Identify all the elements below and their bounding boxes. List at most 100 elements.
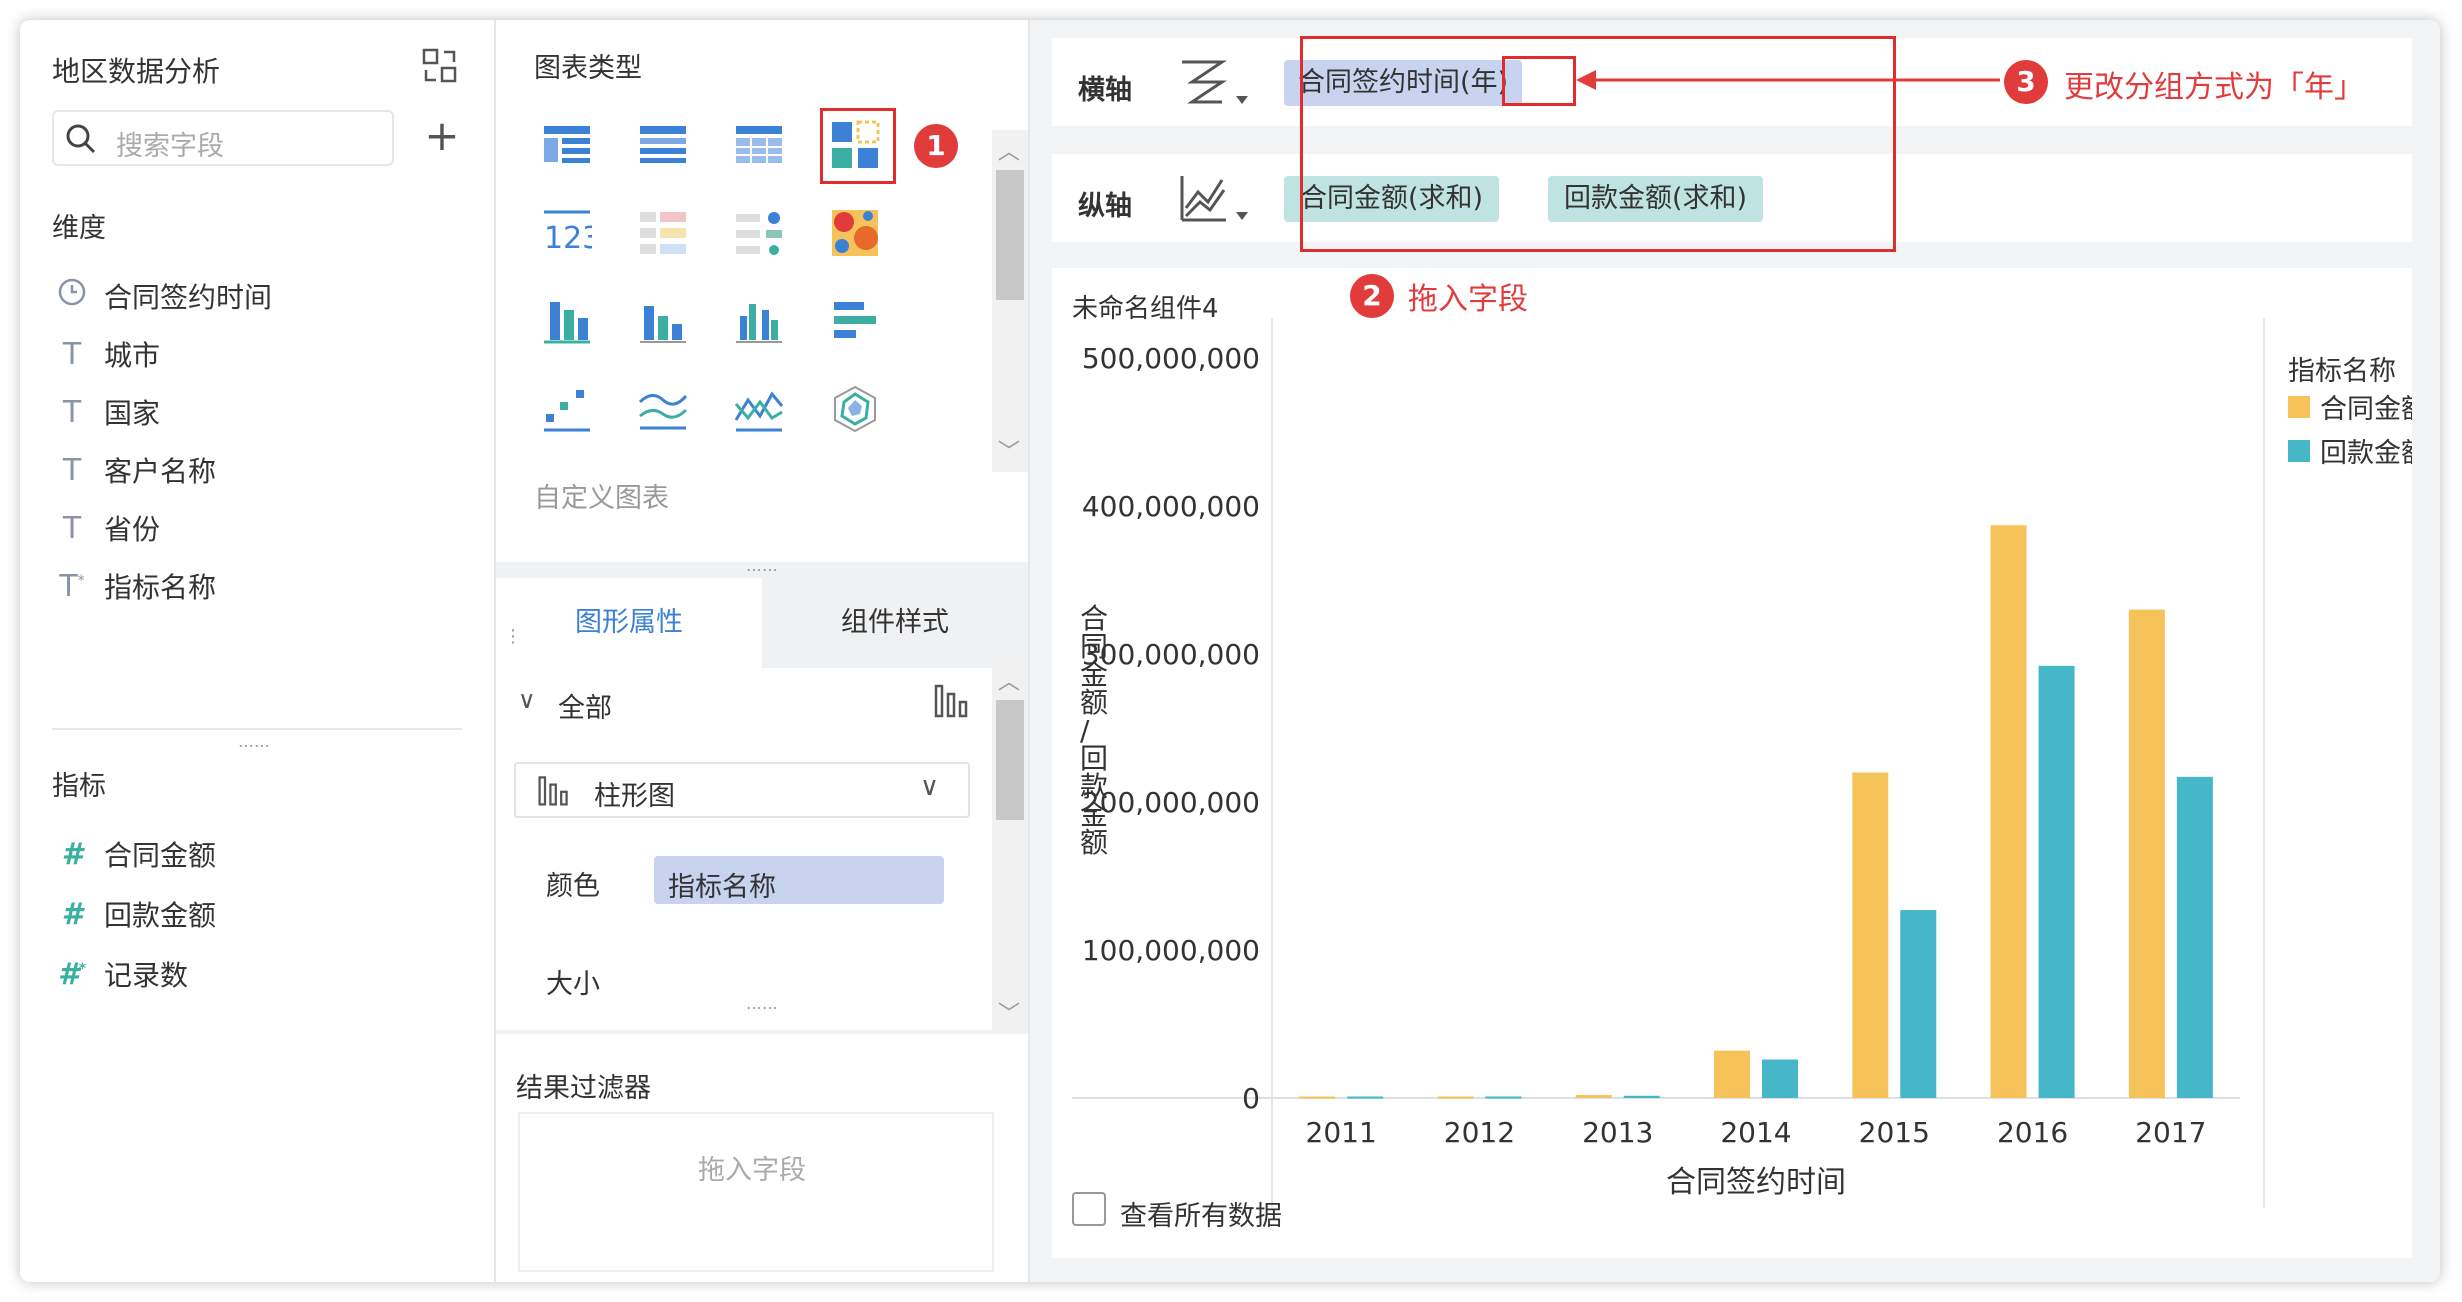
dimension-label: 客户名称 [104,455,217,488]
chevron-down-icon: ∨ [920,772,940,802]
dimension-item[interactable]: T* 指标名称 [52,566,216,606]
divider [496,1030,1028,1034]
chart-component: 未命名组件4 0 100,000,000 200,000,000 300,000,00… [1052,268,2412,1258]
data-field-panel: 地区数据分析 搜索字段 + 维度 合同签约时间 T 城市 T 国家 T 客户名称… [20,20,496,1282]
clock-icon [52,277,92,315]
dimension-label: 指标名称 [104,571,217,604]
text-type-icon: T [62,394,82,430]
bar [1299,1096,1336,1099]
metric-label: 记录数 [104,959,189,992]
color-field-pill[interactable]: 指标名称 [654,856,944,904]
hash-icon: #* [57,956,87,992]
tab-graphic-properties[interactable]: 图形属性 [496,578,762,668]
bar-chart: 0 100,000,000 200,000,000 300,000,000 400,00… [1072,318,2412,1208]
bar-chart-icon [932,680,972,724]
tab-component-style[interactable]: 组件样式 [762,578,1028,668]
number-list-icon[interactable] [638,208,688,258]
y-tick-label: 500,000,000 [1082,342,1260,375]
add-field-icon[interactable]: + [422,115,462,158]
area-chart-icon[interactable] [638,384,688,434]
chart-config-panel: 图表类型 123 自定义图表 ︿ ﹀ ⋯⋯ 图形属性 组件样式 ⋮ ∨ 全部 ︿… [496,20,1030,1282]
resize-handle[interactable]: ⋯⋯ [746,998,778,1017]
metric-item[interactable]: #* 记录数 [52,954,188,994]
x-tick-label: 2017 [2135,1116,2206,1149]
search-placeholder: 搜索字段 [116,131,224,162]
color-field-label: 指标名称 [668,872,776,903]
scatter-chart-icon[interactable] [542,384,592,434]
bar [1485,1096,1522,1099]
search-icon [66,124,96,154]
y-axis-title: 合同金额/回款金额 [1080,602,1108,859]
scroll-down-icon[interactable]: ﹀ [998,996,1020,1028]
bar-chart-horizontal-icon[interactable] [830,296,880,346]
grouped-bar-icon[interactable] [734,296,784,346]
y-tick-label: 100,000,000 [1082,934,1260,967]
stacked-bar-icon[interactable] [542,296,592,346]
kpi-number-icon[interactable]: 123 [542,208,601,258]
drag-handle[interactable]: ⋮ [504,626,522,647]
scroll-up-icon[interactable]: ︿ [998,664,1020,696]
chart-type-title: 图表类型 [534,53,642,84]
divider [52,728,462,730]
view-all-checkbox[interactable] [1072,1192,1106,1226]
chart-type-scrollbar[interactable]: ︿ ﹀ [992,130,1028,472]
step3-annotation: 更改分组方式为「年」 [2064,70,2364,105]
y-tick-label: 200,000,000 [1082,786,1260,819]
step2-annotation: 拖入字段 [1408,282,1528,317]
metric-item[interactable]: # 合同金额 [52,834,216,874]
annotation-arrow [1576,70,2000,90]
view-all-label: 查看所有数据 [1120,1201,1282,1232]
custom-chart-label: 自定义图表 [534,483,669,514]
filter-drop-zone[interactable]: 拖入字段 [518,1112,994,1272]
bar [1437,1096,1474,1099]
app-window: 地区数据分析 搜索字段 + 维度 合同签约时间 T 城市 T 国家 T 客户名称… [20,20,2440,1282]
dimension-item[interactable]: T 城市 [52,334,160,374]
bar [1990,525,2027,1098]
property-tabs: 图形属性 组件样式 [496,578,1028,668]
scroll-down-icon[interactable]: ﹀ [998,434,1020,466]
dimension-item[interactable]: T 国家 [52,392,160,432]
collapse-chevron-icon[interactable]: ∨ [518,686,536,714]
table-chart-icon[interactable] [542,120,592,170]
scroll-thumb[interactable] [996,170,1024,300]
property-scrollbar[interactable]: ︿ ﹀ [992,660,1028,1030]
x-axis-label: 横轴 [1078,75,1132,106]
bar [2176,776,2213,1098]
hash-icon: # [61,836,83,872]
column-chart-icon[interactable] [638,296,688,346]
bar [1623,1095,1660,1098]
search-field-input[interactable]: 搜索字段 [52,110,394,166]
dimension-label: 合同签约时间 [104,281,273,314]
axis-type-icon[interactable] [1178,56,1258,116]
switch-dataset-icon[interactable] [420,46,460,86]
heatmap-icon[interactable] [830,208,880,258]
filter-placeholder: 拖入字段 [698,1155,806,1186]
x-tick-label: 2014 [1720,1116,1791,1149]
bar [2128,609,2165,1098]
x-tick-label: 2013 [1582,1116,1653,1149]
axis-type-icon[interactable] [1178,172,1258,232]
metrics-heading: 指标 [52,771,106,802]
scroll-up-icon[interactable]: ︿ [998,134,1020,166]
dimension-item[interactable]: 合同签约时间 [52,276,272,316]
detail-table-icon[interactable] [734,120,784,170]
chart-type-select-value: 柱形图 [594,781,675,812]
bar-chart-icon [538,776,568,806]
radar-chart-icon[interactable] [830,384,880,434]
hash-icon: # [61,896,83,932]
color-label: 颜色 [546,871,600,902]
line-chart-icon[interactable] [734,384,784,434]
step-badge: 2 [1350,274,1394,318]
dimension-item[interactable]: T 省份 [52,508,160,548]
scroll-thumb[interactable] [996,700,1024,820]
y-tick-label: 300,000,000 [1082,638,1260,671]
dot-list-icon[interactable] [734,208,784,258]
y-tick-label: 0 [1242,1082,1260,1115]
chart-type-select[interactable]: 柱形图 ∨ [514,762,970,818]
metric-item[interactable]: # 回款金额 [52,894,216,934]
group-table-icon[interactable] [638,120,688,170]
dimension-item[interactable]: T 客户名称 [52,450,216,490]
dimensions-heading: 维度 [52,213,106,244]
resize-handle[interactable]: ⋯⋯ [238,736,270,755]
resize-handle[interactable]: ⋯⋯ [746,560,778,579]
